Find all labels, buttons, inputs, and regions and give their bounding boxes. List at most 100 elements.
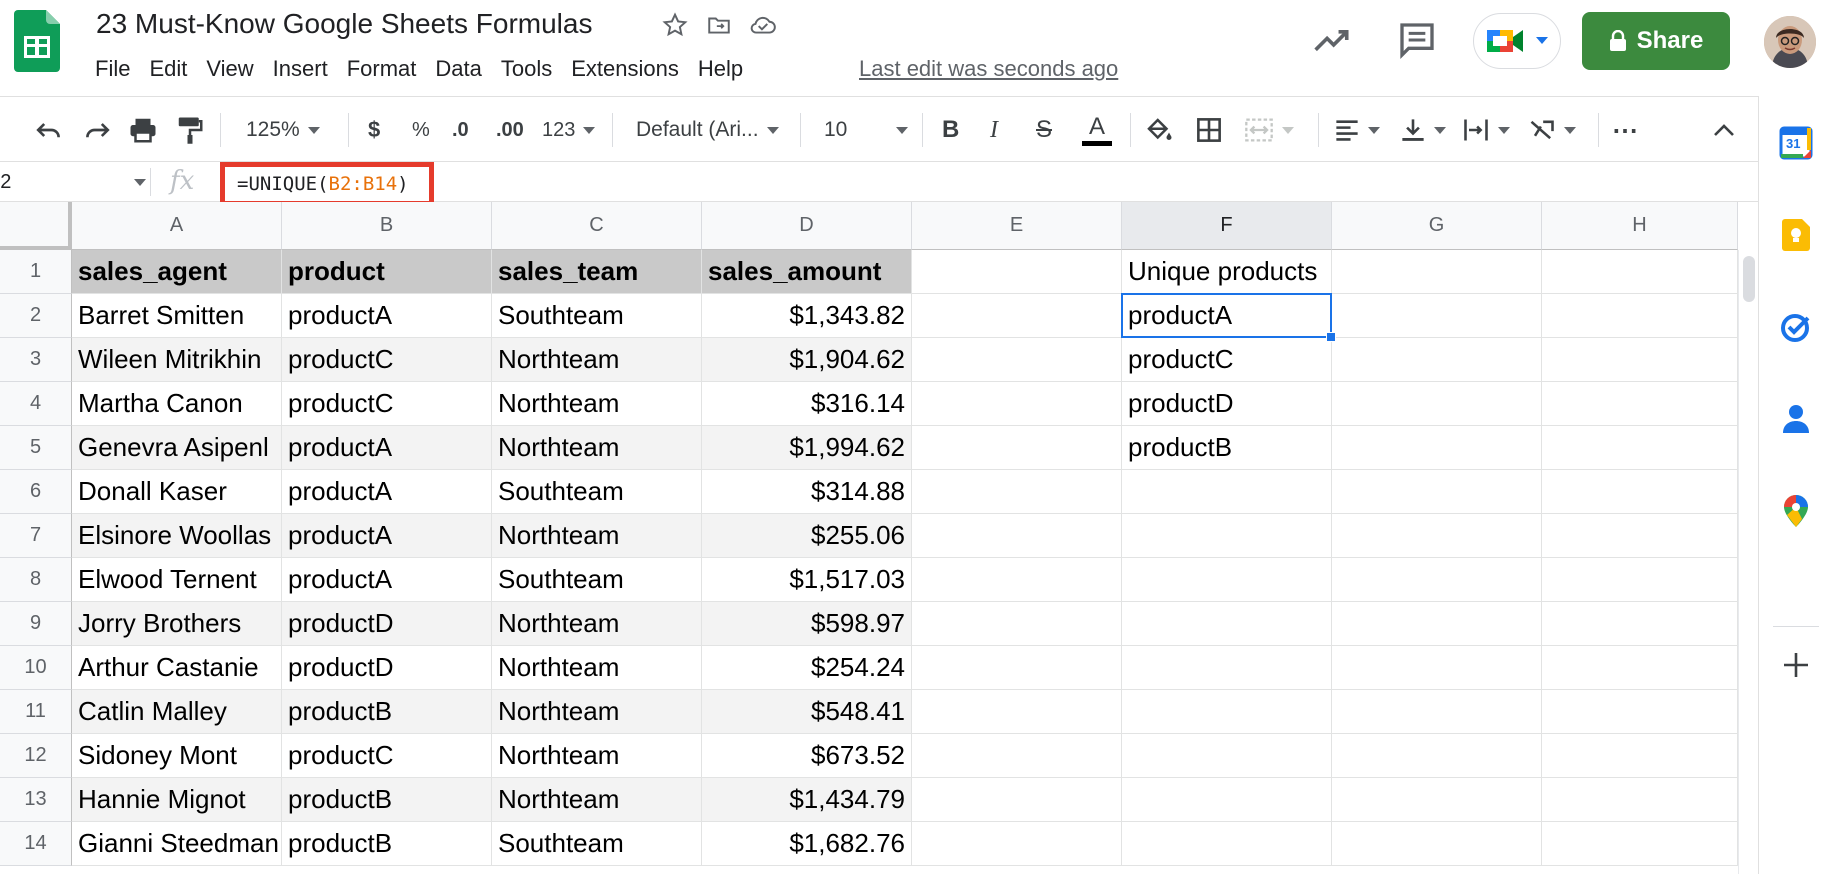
cell-c6[interactable]: Southteam: [492, 470, 702, 514]
cell-h4[interactable]: [1542, 382, 1738, 426]
cell-b1[interactable]: product: [282, 250, 492, 294]
print-icon[interactable]: [128, 97, 158, 163]
cell-d6[interactable]: $314.88: [702, 470, 912, 514]
cell-g13[interactable]: [1332, 778, 1542, 822]
cell-g10[interactable]: [1332, 646, 1542, 690]
cell-g9[interactable]: [1332, 602, 1542, 646]
fill-handle[interactable]: [1326, 332, 1336, 342]
cell-d3[interactable]: $1,904.62: [702, 338, 912, 382]
cell-f1[interactable]: Unique products: [1122, 250, 1332, 294]
cell-b2[interactable]: productA: [282, 294, 492, 338]
cell-g1[interactable]: [1332, 250, 1542, 294]
menu-file[interactable]: File: [95, 56, 139, 82]
maps-icon[interactable]: [1779, 494, 1813, 528]
row-header-5[interactable]: 5: [0, 426, 72, 470]
tasks-icon[interactable]: [1779, 310, 1813, 344]
column-header-a[interactable]: A: [72, 202, 282, 250]
cell-a6[interactable]: Donall Kaser: [72, 470, 282, 514]
more-options-button[interactable]: ⋯: [1612, 97, 1639, 163]
column-header-b[interactable]: B: [282, 202, 492, 250]
cell-a8[interactable]: Elwood Ternent: [72, 558, 282, 602]
cell-e14[interactable]: [912, 822, 1122, 866]
cell-g6[interactable]: [1332, 470, 1542, 514]
cell-h11[interactable]: [1542, 690, 1738, 734]
cell-d5[interactable]: $1,994.62: [702, 426, 912, 470]
text-rotation-icon[interactable]: [1528, 97, 1576, 163]
cell-f10[interactable]: [1122, 646, 1332, 690]
row-header-4[interactable]: 4: [0, 382, 72, 426]
cell-a3[interactable]: Wileen Mitrikhin: [72, 338, 282, 382]
cell-f8[interactable]: [1122, 558, 1332, 602]
cell-h3[interactable]: [1542, 338, 1738, 382]
cell-f5[interactable]: productB: [1122, 426, 1332, 470]
meet-button[interactable]: [1473, 13, 1561, 69]
cell-g7[interactable]: [1332, 514, 1542, 558]
menu-extensions[interactable]: Extensions: [571, 56, 688, 82]
comments-icon[interactable]: [1397, 20, 1437, 65]
column-header-h[interactable]: H: [1542, 202, 1738, 250]
menu-tools[interactable]: Tools: [501, 56, 561, 82]
paint-format-icon[interactable]: [176, 97, 204, 163]
cell-c7[interactable]: Northteam: [492, 514, 702, 558]
cell-f6[interactable]: [1122, 470, 1332, 514]
cell-h13[interactable]: [1542, 778, 1738, 822]
font-select[interactable]: Default (Ari...: [636, 97, 779, 163]
move-to-folder-icon[interactable]: [704, 10, 734, 40]
row-header-14[interactable]: 14: [0, 822, 72, 866]
borders-icon[interactable]: [1196, 97, 1222, 163]
formula-input[interactable]: =UNIQUE(B2:B14): [220, 162, 434, 206]
cell-c9[interactable]: Northteam: [492, 602, 702, 646]
undo-icon[interactable]: [34, 97, 64, 163]
cell-d10[interactable]: $254.24: [702, 646, 912, 690]
trend-icon[interactable]: [1312, 22, 1352, 63]
cell-h1[interactable]: [1542, 250, 1738, 294]
keep-icon[interactable]: [1779, 218, 1813, 252]
cell-c8[interactable]: Southteam: [492, 558, 702, 602]
italic-button[interactable]: I: [990, 97, 998, 163]
cell-h8[interactable]: [1542, 558, 1738, 602]
cell-h7[interactable]: [1542, 514, 1738, 558]
horizontal-align-icon[interactable]: [1334, 97, 1380, 163]
cell-e13[interactable]: [912, 778, 1122, 822]
cell-e8[interactable]: [912, 558, 1122, 602]
cell-d14[interactable]: $1,682.76: [702, 822, 912, 866]
add-icon[interactable]: [1779, 648, 1813, 682]
cell-h5[interactable]: [1542, 426, 1738, 470]
cell-c3[interactable]: Northteam: [492, 338, 702, 382]
cell-e4[interactable]: [912, 382, 1122, 426]
cell-b5[interactable]: productA: [282, 426, 492, 470]
row-header-8[interactable]: 8: [0, 558, 72, 602]
cell-b11[interactable]: productB: [282, 690, 492, 734]
cell-b10[interactable]: productD: [282, 646, 492, 690]
text-color-button[interactable]: A: [1082, 97, 1112, 163]
cell-c1[interactable]: sales_team: [492, 250, 702, 294]
cell-b6[interactable]: productA: [282, 470, 492, 514]
cell-e5[interactable]: [912, 426, 1122, 470]
cell-a11[interactable]: Catlin Malley: [72, 690, 282, 734]
cell-h14[interactable]: [1542, 822, 1738, 866]
cell-d9[interactable]: $598.97: [702, 602, 912, 646]
column-header-d[interactable]: D: [702, 202, 912, 250]
text-wrapping-icon[interactable]: [1462, 97, 1510, 163]
row-header-3[interactable]: 3: [0, 338, 72, 382]
cell-b9[interactable]: productD: [282, 602, 492, 646]
cell-e1[interactable]: [912, 250, 1122, 294]
cell-a9[interactable]: Jorry Brothers: [72, 602, 282, 646]
cell-a12[interactable]: Sidoney Mont: [72, 734, 282, 778]
cell-c11[interactable]: Northteam: [492, 690, 702, 734]
cell-f7[interactable]: [1122, 514, 1332, 558]
cell-b13[interactable]: productB: [282, 778, 492, 822]
menu-data[interactable]: Data: [435, 56, 490, 82]
cell-d4[interactable]: $316.14: [702, 382, 912, 426]
cell-g2[interactable]: [1332, 294, 1542, 338]
cell-g5[interactable]: [1332, 426, 1542, 470]
cell-b4[interactable]: productC: [282, 382, 492, 426]
cell-a2[interactable]: Barret Smitten: [72, 294, 282, 338]
cell-d1[interactable]: sales_amount: [702, 250, 912, 294]
column-header-g[interactable]: G: [1332, 202, 1542, 250]
column-header-e[interactable]: E: [912, 202, 1122, 250]
menu-view[interactable]: View: [206, 56, 262, 82]
cell-a5[interactable]: Genevra Asipenl: [72, 426, 282, 470]
cell-f4[interactable]: productD: [1122, 382, 1332, 426]
cell-d2[interactable]: $1,343.82: [702, 294, 912, 338]
